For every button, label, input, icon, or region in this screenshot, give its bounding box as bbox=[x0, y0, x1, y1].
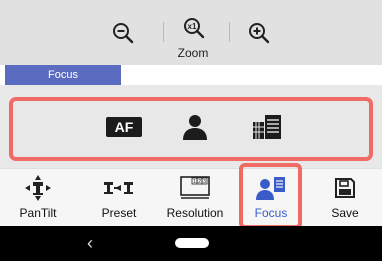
zoom-reset-button[interactable]: x1 bbox=[176, 10, 212, 46]
resolution-label: Resolution bbox=[166, 206, 224, 220]
pantilt-label: PanTilt bbox=[19, 206, 57, 220]
zoom-out-button[interactable] bbox=[105, 15, 141, 51]
svg-text:2: 2 bbox=[198, 179, 201, 185]
building-icon bbox=[253, 115, 281, 139]
focus-tool-highlight bbox=[239, 163, 302, 229]
zoom-reset-icon: x1 bbox=[184, 18, 205, 39]
home-button[interactable] bbox=[175, 238, 209, 248]
resolution-button[interactable]: 1 2 3 Resolution bbox=[157, 168, 233, 226]
pantilt-button[interactable]: PanTilt bbox=[0, 168, 76, 226]
save-icon bbox=[307, 174, 382, 202]
zoom-out-icon bbox=[113, 23, 134, 44]
back-button[interactable]: ‹ bbox=[80, 232, 100, 254]
zoom-in-icon bbox=[249, 23, 270, 44]
zoom-separator bbox=[229, 22, 230, 42]
save-button[interactable]: Save bbox=[307, 168, 382, 226]
person-icon bbox=[183, 115, 207, 140]
svg-text:x1: x1 bbox=[188, 22, 197, 31]
system-nav-bar: ‹ bbox=[0, 226, 382, 261]
pan-tilt-icon bbox=[0, 174, 76, 202]
autofocus-button[interactable]: AF bbox=[100, 107, 148, 147]
zoom-separator bbox=[163, 22, 164, 42]
tab-focus[interactable]: Focus bbox=[5, 65, 121, 85]
preset-button[interactable]: Preset bbox=[81, 168, 157, 226]
save-label: Save bbox=[331, 206, 359, 220]
tab-strip: Focus bbox=[0, 65, 382, 85]
svg-text:3: 3 bbox=[203, 179, 206, 185]
preset-label: Preset bbox=[101, 206, 137, 220]
face-focus-button[interactable] bbox=[173, 107, 217, 147]
zoom-in-button[interactable] bbox=[241, 15, 277, 51]
resolution-icon: 1 2 3 bbox=[157, 174, 233, 202]
area-focus-button[interactable] bbox=[245, 107, 289, 147]
autofocus-label: AF bbox=[106, 117, 142, 137]
zoom-label: Zoom bbox=[177, 46, 209, 60]
svg-text:1: 1 bbox=[193, 179, 196, 185]
preset-icon bbox=[81, 174, 157, 202]
